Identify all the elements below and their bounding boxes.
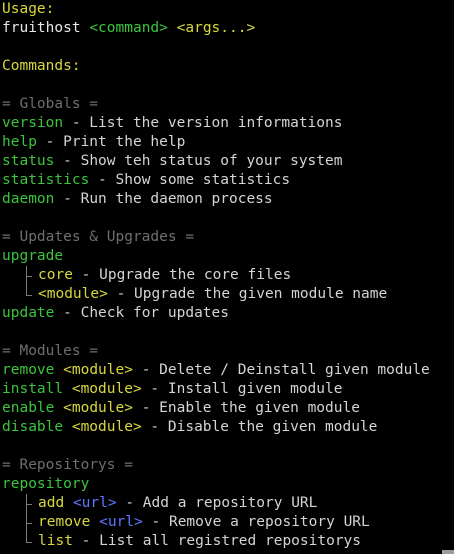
tree-branch bbox=[26, 542, 32, 543]
command-arg: <module> bbox=[71, 419, 142, 435]
subcommand-name: add bbox=[38, 495, 65, 511]
subcommand-line: <module> - Upgrade the given module name bbox=[38, 285, 387, 304]
command-name: remove bbox=[2, 362, 55, 378]
command-desc: - Install given module bbox=[150, 381, 343, 397]
subcommand-name: list bbox=[38, 533, 73, 549]
command-desc: - Show teh status of your system bbox=[63, 153, 343, 169]
command-line: version - List the version informations bbox=[2, 114, 342, 133]
command-desc: - List the version informations bbox=[71, 115, 343, 131]
subcommand-desc: - Upgrade the core files bbox=[81, 267, 292, 283]
usage-line: fruithost <command> <args...> bbox=[2, 19, 255, 38]
command-name: help bbox=[2, 134, 37, 150]
command-line: disable <module> - Disable the given mod… bbox=[2, 418, 377, 437]
command-name: status bbox=[2, 153, 55, 169]
command-arg: <module> bbox=[63, 400, 133, 416]
section-title-modules: = Modules = bbox=[2, 343, 99, 359]
command-name: install bbox=[2, 381, 64, 397]
command-name: daemon bbox=[2, 191, 55, 207]
command-desc: - Run the daemon process bbox=[63, 191, 273, 207]
command-desc: - Delete / Deinstall given module bbox=[141, 362, 430, 378]
terminal-cursor bbox=[442, 550, 454, 554]
subcommand-line: add <url> - Add a repository URL bbox=[38, 494, 317, 513]
usage-command-arg: <command> bbox=[89, 20, 168, 36]
subcommand-arg: <url> bbox=[72, 495, 117, 511]
commands-heading: Commands: bbox=[2, 58, 81, 74]
command-name-upgrade: upgrade bbox=[2, 248, 64, 264]
tree-branch bbox=[26, 276, 32, 277]
command-name: disable bbox=[2, 419, 64, 435]
usage-args-arg: <args...> bbox=[176, 20, 256, 36]
tree-branch bbox=[26, 504, 32, 505]
subcommand-name: remove bbox=[38, 514, 91, 530]
command-line: install <module> - Install given module bbox=[2, 380, 342, 399]
command-line: update - Check for updates bbox=[2, 304, 229, 323]
tree-branch bbox=[26, 295, 32, 296]
command-name-repository: repository bbox=[2, 476, 90, 492]
command-line: help - Print the help bbox=[2, 133, 185, 152]
command-desc: - Print the help bbox=[45, 134, 186, 150]
tree-connector bbox=[26, 494, 27, 542]
command-desc: - Show some statistics bbox=[98, 172, 291, 188]
usage-program: fruithost bbox=[2, 20, 81, 36]
section-title-globals: = Globals = bbox=[2, 96, 99, 112]
usage-label: Usage: bbox=[2, 1, 55, 17]
command-desc: - Enable the given module bbox=[141, 400, 360, 416]
command-name: update bbox=[2, 305, 55, 321]
command-line: status - Show teh status of your system bbox=[2, 152, 342, 171]
tree-connector bbox=[26, 286, 27, 295]
command-name: statistics bbox=[2, 172, 90, 188]
subcommand-desc: - Upgrade the given module name bbox=[116, 286, 388, 302]
subcommand-line: remove <url> - Remove a repository URL bbox=[38, 513, 370, 532]
subcommand-desc: - Remove a repository URL bbox=[151, 514, 370, 530]
command-line: daemon - Run the daemon process bbox=[2, 190, 273, 209]
terminal-window[interactable]: Usage: fruithost <command> <args...> Com… bbox=[0, 0, 454, 554]
command-desc: - Check for updates bbox=[63, 305, 229, 321]
command-name: enable bbox=[2, 400, 55, 416]
command-line: remove <module> - Delete / Deinstall giv… bbox=[2, 361, 430, 380]
tree-branch bbox=[26, 523, 32, 524]
section-title-repositorys: = Repositorys = bbox=[2, 457, 133, 473]
subcommand-line: list - List all registred repositorys bbox=[38, 532, 361, 551]
command-line: statistics - Show some statistics bbox=[2, 171, 290, 190]
section-title-updates: = Updates & Upgrades = bbox=[2, 229, 195, 245]
subcommand-arg: <url> bbox=[99, 514, 143, 530]
command-arg: <module> bbox=[63, 362, 133, 378]
subcommand-name: <module> bbox=[38, 286, 108, 302]
subcommand-desc: - Add a repository URL bbox=[125, 495, 318, 511]
command-line: enable <module> - Enable the given modul… bbox=[2, 399, 360, 418]
command-arg: <module> bbox=[71, 381, 142, 397]
subcommand-line: core - Upgrade the core files bbox=[38, 266, 291, 285]
command-name: version bbox=[2, 115, 64, 131]
subcommand-name: core bbox=[38, 267, 73, 283]
subcommand-desc: - List all registred repositorys bbox=[81, 533, 362, 549]
command-desc: - Disable the given module bbox=[150, 419, 378, 435]
